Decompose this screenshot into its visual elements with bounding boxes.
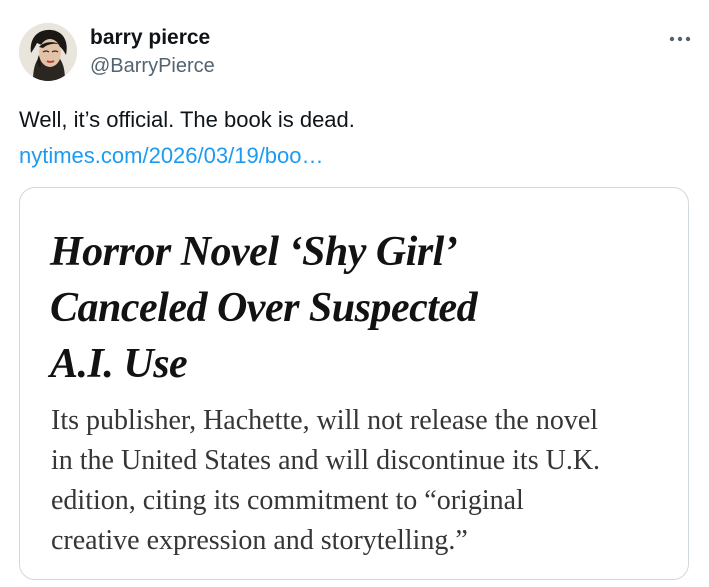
link-preview-card[interactable]: Horror Novel ‘Shy Girl’ Canceled Over Su… <box>19 187 689 580</box>
avatar[interactable] <box>19 23 77 81</box>
tweet-link[interactable]: nytimes.com/2026/03/19/boo… <box>19 143 324 169</box>
display-name[interactable]: barry pierce <box>90 26 210 50</box>
card-headline: Horror Novel ‘Shy Girl’ Canceled Over Su… <box>50 224 670 392</box>
summary-line: Its publisher, Hachette, will not releas… <box>51 405 599 436</box>
summary-line: creative expression and storytelling.” <box>51 525 468 556</box>
headline-line: A.I. Use <box>50 341 188 387</box>
tweet: barry pierce @BarryPierce Well, it’s off… <box>0 0 709 587</box>
summary-line: edition, citing its commitment to “origi… <box>51 485 524 516</box>
summary-line: in the United States and will discontinu… <box>51 445 601 476</box>
user-handle[interactable]: @BarryPierce <box>90 55 215 78</box>
more-options-button[interactable] <box>664 27 696 51</box>
headline-line: Canceled Over Suspected <box>50 285 478 331</box>
tweet-text: Well, it’s official. The book is dead. <box>19 107 355 132</box>
headline-line: Horror Novel ‘Shy Girl’ <box>50 229 458 275</box>
profile-photo-icon <box>19 23 77 81</box>
card-summary: Its publisher, Hachette, will not releas… <box>51 401 676 561</box>
more-horizontal-icon <box>669 36 691 42</box>
